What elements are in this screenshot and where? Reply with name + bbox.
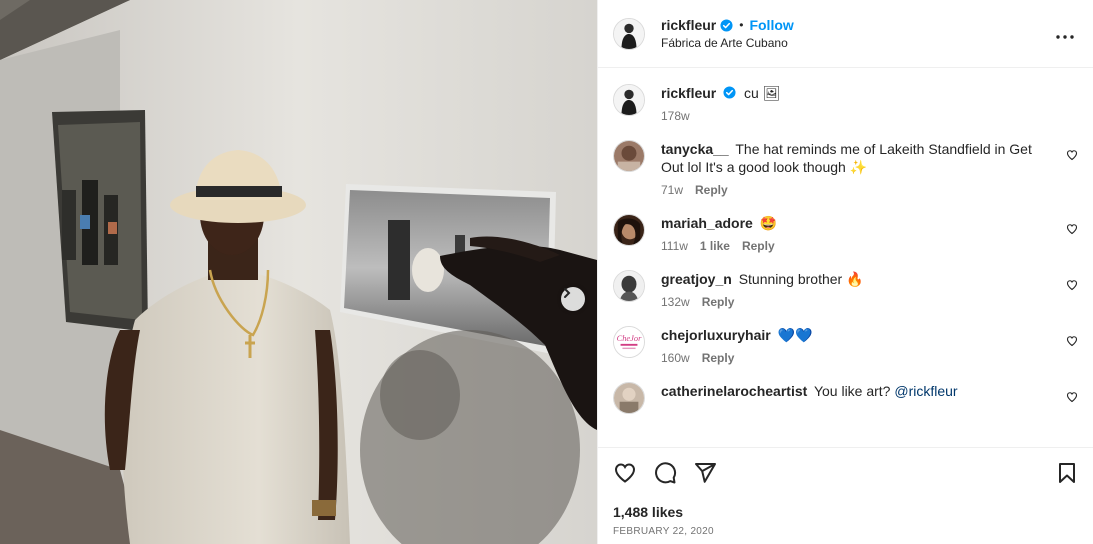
caption-text: cu 🖼 <box>744 85 781 101</box>
comment-item: greatjoy_n Stunning brother 🔥 132w Reply <box>613 270 1079 309</box>
comment-icon[interactable] <box>653 461 677 485</box>
reply-button[interactable]: Reply <box>742 239 775 253</box>
more-horizontal-icon <box>1056 35 1074 39</box>
author-info: rickfleur • Follow Fábrica de Arte Cuban… <box>661 17 1053 50</box>
reply-button[interactable]: Reply <box>702 351 735 365</box>
comment-text: 🤩 <box>759 215 778 231</box>
bookmark-icon[interactable] <box>1055 461 1079 485</box>
comment-item: tanycka__ The hat reminds me of Lakeith … <box>613 140 1079 197</box>
caption-avatar[interactable] <box>613 84 645 116</box>
caption-age[interactable]: 178w <box>661 109 690 123</box>
comment-text: 💙💙 <box>777 327 813 343</box>
commenter-avatar[interactable] <box>613 214 645 246</box>
commenter-username[interactable]: catherinelarocheartist <box>661 383 807 399</box>
commenter-avatar[interactable] <box>613 382 645 414</box>
separator-dot: • <box>739 18 744 32</box>
caption-item: rickfleur cu 🖼 178w <box>613 84 1079 123</box>
commenter-username[interactable]: greatjoy_n <box>661 271 732 287</box>
like-comment-heart-icon[interactable] <box>1066 391 1078 403</box>
comment-age[interactable]: 160w <box>661 351 690 365</box>
comment-mention-link[interactable]: @rickfleur <box>894 383 957 399</box>
reply-button[interactable]: Reply <box>702 295 735 309</box>
comment-text: You like art? <box>813 383 895 399</box>
post-side-panel: rickfleur • Follow Fábrica de Arte Cuban… <box>597 0 1093 544</box>
caption-username[interactable]: rickfleur <box>661 85 716 101</box>
comment-age[interactable]: 71w <box>661 183 683 197</box>
comment-likes[interactable]: 1 like <box>700 239 730 253</box>
post-date[interactable]: FEBRUARY 22, 2020 <box>613 526 1079 537</box>
comments-list[interactable]: rickfleur cu 🖼 178w tanycka__ The hat re… <box>598 68 1093 446</box>
svg-text:CheJor: CheJor <box>617 333 643 343</box>
verified-badge-icon <box>720 18 733 32</box>
heart-icon[interactable] <box>613 461 637 485</box>
comment-age[interactable]: 111w <box>661 239 688 253</box>
commenter-avatar[interactable] <box>613 140 645 172</box>
comment-item: CheJor chejorluxuryhair 💙💙 160w Reply <box>613 326 1079 365</box>
post-header: rickfleur • Follow Fábrica de Arte Cuban… <box>598 0 1093 68</box>
comment-item: mariah_adore 🤩 111w 1 like Reply <box>613 214 1079 253</box>
comment-age[interactable]: 132w <box>661 295 690 309</box>
chevron-right-icon <box>564 288 571 298</box>
like-comment-heart-icon[interactable] <box>1066 335 1078 347</box>
commenter-avatar[interactable] <box>613 270 645 302</box>
post-actions-bar: 1,488 likes FEBRUARY 22, 2020 <box>598 447 1093 537</box>
verified-badge-icon <box>723 86 736 99</box>
like-comment-heart-icon[interactable] <box>1066 279 1078 291</box>
carousel-next-button[interactable] <box>561 287 585 311</box>
like-comment-heart-icon[interactable] <box>1066 149 1078 161</box>
follow-button[interactable]: Follow <box>749 17 793 33</box>
commenter-username[interactable]: tanycka__ <box>661 141 729 157</box>
comment-text: Stunning brother 🔥 <box>738 271 864 287</box>
likes-count[interactable]: 1,488 likes <box>613 504 1079 520</box>
author-username[interactable]: rickfleur <box>661 17 716 33</box>
post-location[interactable]: Fábrica de Arte Cubano <box>661 36 1053 50</box>
comment-item: catherinelarocheartist You like art? @ri… <box>613 382 1079 414</box>
like-comment-heart-icon[interactable] <box>1066 223 1078 235</box>
action-buttons-row <box>613 448 1079 498</box>
commenter-username[interactable]: chejorluxuryhair <box>661 327 771 343</box>
author-avatar[interactable] <box>613 17 645 50</box>
send-icon[interactable] <box>693 461 717 485</box>
post-photo[interactable] <box>0 0 597 544</box>
reply-button[interactable]: Reply <box>695 183 728 197</box>
commenter-username[interactable]: mariah_adore <box>661 215 753 231</box>
photo-artwork <box>0 0 597 544</box>
commenter-avatar[interactable]: CheJor <box>613 326 645 358</box>
more-options-button[interactable] <box>1053 23 1077 44</box>
post-dialog: rickfleur • Follow Fábrica de Arte Cuban… <box>0 0 1093 544</box>
